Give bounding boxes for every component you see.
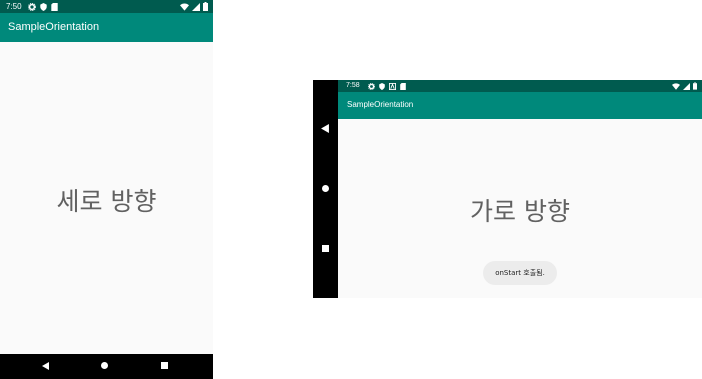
app-title: SampleOrientation [8,21,100,33]
gear-icon [28,2,36,11]
app-bar: SampleOrientation [0,13,213,42]
signal-icon [683,82,690,90]
navigation-bar [313,80,338,298]
shield-icon [379,82,385,90]
recents-icon[interactable] [322,245,329,252]
status-time: 7:58 [346,82,360,89]
wifi-icon [180,3,189,11]
status-bar: 7:50 [0,0,213,13]
landscape-screen: 7:58 SampleOrientation 가로 방향 onStart 호출됨… [313,80,702,298]
content-area: 가로 방향 onStart 호출됨. [338,119,702,298]
signal-icon [192,2,200,11]
orientation-text: 가로 방향 [470,197,570,226]
sd-card-icon [400,82,406,90]
toast-message: onStart 호출됨. [483,261,557,285]
home-icon[interactable] [322,185,329,192]
gear-icon [368,82,375,90]
navigation-bar [0,354,213,379]
a-box-icon [389,82,396,90]
content-area: 세로 방향 [0,42,213,354]
app-title: SampleOrientation [347,100,414,109]
back-icon[interactable] [321,124,329,133]
status-bar: 7:58 [338,80,702,92]
battery-icon [203,2,208,11]
toast-text: onStart 호출됨. [495,269,545,277]
wifi-icon [672,82,680,90]
shield-icon [40,2,47,11]
home-icon[interactable] [101,362,108,369]
battery-icon [693,82,697,90]
back-icon[interactable] [42,362,49,370]
portrait-screen: 7:50 SampleOrientation 세로 방향 [0,0,213,379]
app-bar: SampleOrientation [338,92,702,119]
recents-icon[interactable] [161,362,168,369]
orientation-text: 세로 방향 [56,187,157,216]
status-time: 7:50 [6,2,22,11]
sd-card-icon [51,2,58,11]
